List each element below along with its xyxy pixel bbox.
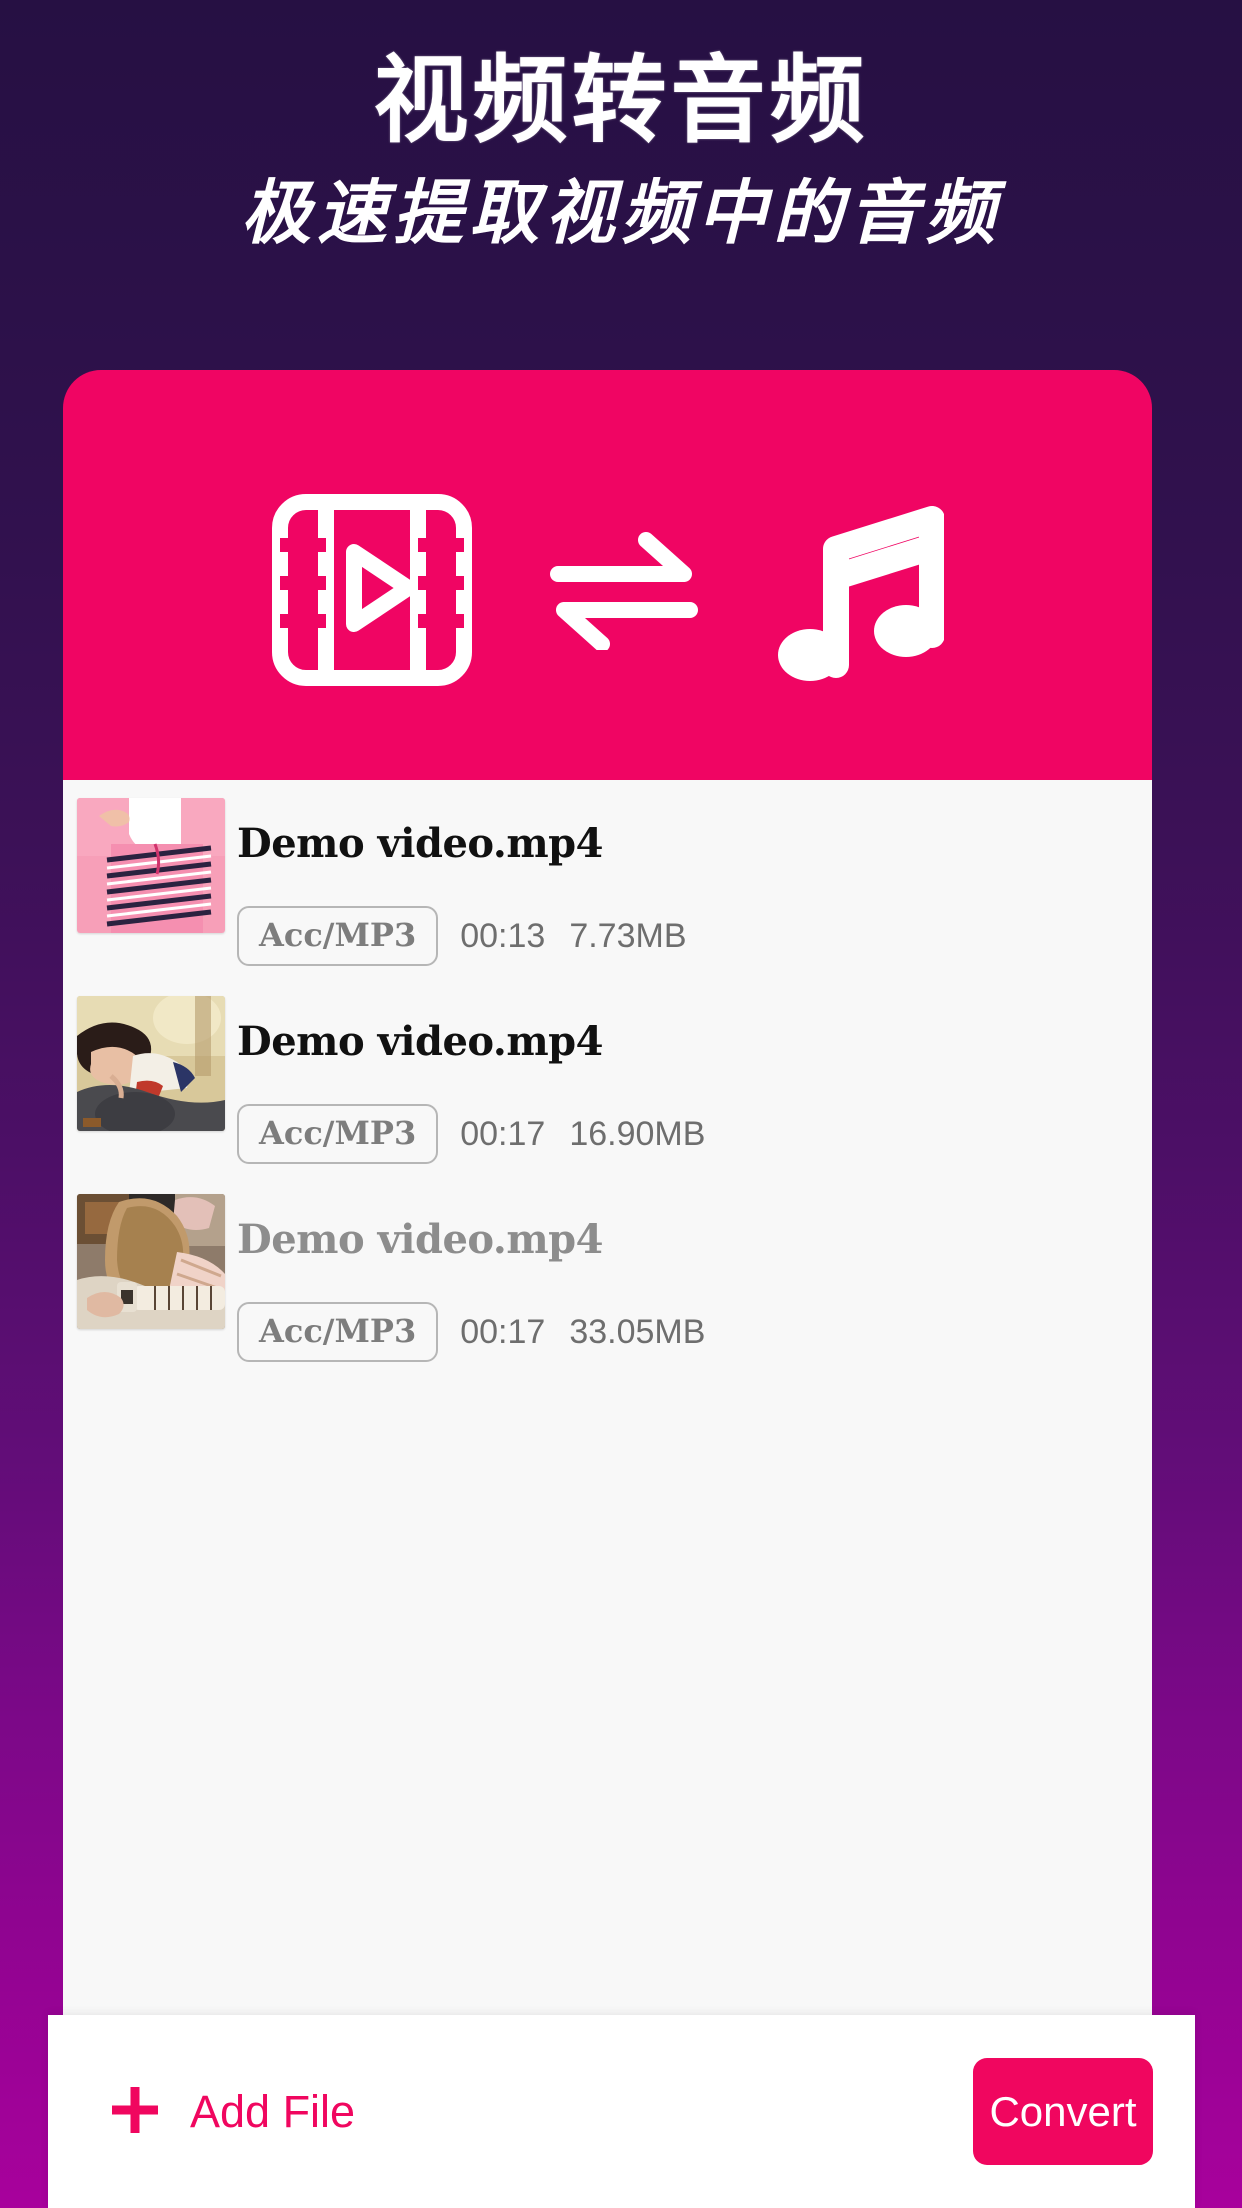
file-info: Demo video.mp4 Acc/MP3 00:17 16.90MB bbox=[225, 996, 1152, 1164]
add-file-label: Add File bbox=[190, 2086, 356, 2137]
file-size: 33.05MB bbox=[569, 1313, 706, 1351]
file-meta: Acc/MP3 00:13 7.73MB bbox=[237, 906, 1152, 966]
table-row[interactable]: Demo video.mp4 Acc/MP3 00:17 33.05MB bbox=[63, 1176, 1152, 1374]
file-size: 7.73MB bbox=[569, 917, 687, 955]
swap-arrows-icon bbox=[549, 530, 698, 650]
file-info: Demo video.mp4 Acc/MP3 00:13 7.73MB bbox=[225, 798, 1152, 966]
video-thumbnail bbox=[77, 996, 225, 1131]
film-play-icon bbox=[271, 494, 472, 686]
file-list[interactable]: Demo video.mp4 Acc/MP3 00:13 7.73MB Demo… bbox=[63, 780, 1152, 2015]
convert-button[interactable]: Convert bbox=[973, 2058, 1153, 2165]
file-meta: Acc/MP3 00:17 33.05MB bbox=[237, 1302, 1152, 1362]
file-name: Demo video.mp4 bbox=[237, 1216, 603, 1263]
page-header: 视频转音频 极速提取视频中的音频 bbox=[0, 0, 1242, 251]
page-subtitle: 极速提取视频中的音频 bbox=[241, 170, 1001, 254]
file-meta: Acc/MP3 00:17 16.90MB bbox=[237, 1104, 1152, 1164]
bottom-action-bar: Add File Convert bbox=[48, 2015, 1195, 2208]
video-thumbnail bbox=[77, 798, 225, 933]
plus-icon bbox=[106, 2081, 164, 2142]
file-duration: 00:13 bbox=[460, 917, 546, 955]
file-name: Demo video.mp4 bbox=[237, 820, 603, 867]
video-thumbnail bbox=[77, 1194, 225, 1329]
hero-card bbox=[63, 370, 1152, 780]
format-badge[interactable]: Acc/MP3 bbox=[237, 1104, 439, 1164]
music-note-icon bbox=[776, 497, 944, 683]
file-duration: 00:17 bbox=[460, 1313, 546, 1351]
hero-icon-row bbox=[63, 464, 1152, 686]
page-title: 视频转音频 bbox=[373, 46, 869, 156]
table-row[interactable]: Demo video.mp4 Acc/MP3 00:13 7.73MB bbox=[63, 780, 1152, 978]
format-badge[interactable]: Acc/MP3 bbox=[237, 906, 439, 966]
file-duration: 00:17 bbox=[460, 1115, 546, 1153]
add-file-button[interactable]: Add File bbox=[106, 2081, 355, 2142]
file-size: 16.90MB bbox=[569, 1115, 706, 1153]
table-row[interactable]: Demo video.mp4 Acc/MP3 00:17 16.90MB bbox=[63, 978, 1152, 1176]
format-badge[interactable]: Acc/MP3 bbox=[237, 1302, 439, 1362]
file-info: Demo video.mp4 Acc/MP3 00:17 33.05MB bbox=[225, 1194, 1152, 1362]
file-name: Demo video.mp4 bbox=[237, 1018, 603, 1065]
